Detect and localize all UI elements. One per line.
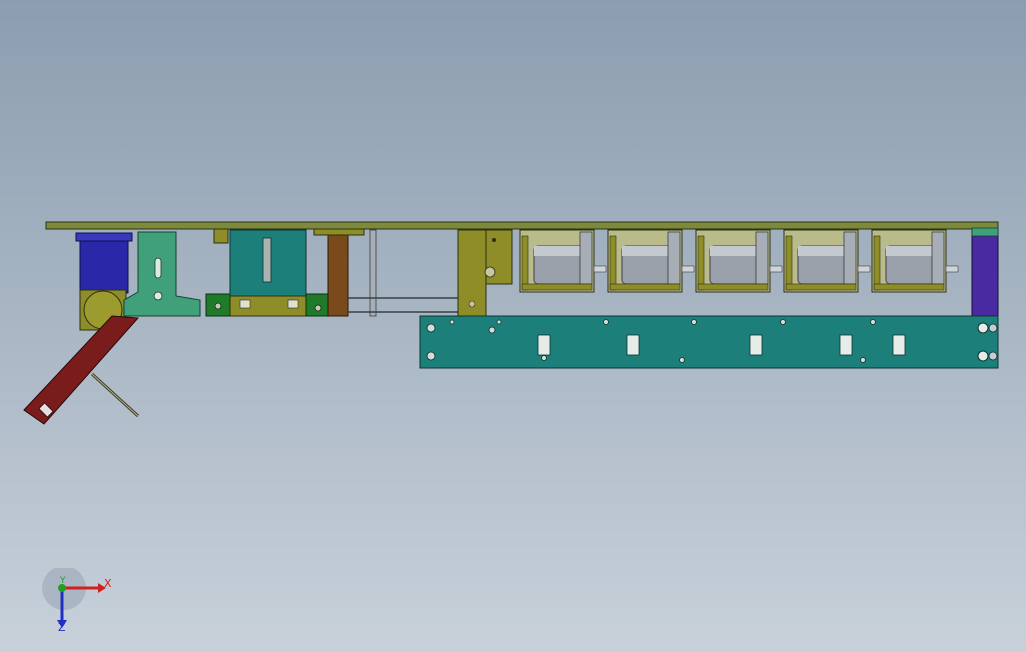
solenoid-coil-highlight [710, 246, 760, 256]
panel-slot [892, 334, 906, 356]
panel-hole [603, 319, 609, 325]
solenoid-coil-highlight [798, 246, 848, 256]
panel-slot [839, 334, 853, 356]
panel-bearing [977, 322, 989, 334]
right-endcap-top [971, 227, 999, 237]
solenoid-coil-highlight [534, 246, 584, 256]
bracket-slot [154, 257, 162, 279]
panel-bearing-outer [988, 323, 998, 333]
brown-post-cap [313, 228, 365, 236]
solenoid-plunger [593, 265, 607, 273]
solenoid-base [521, 283, 593, 291]
panel-hole [679, 357, 685, 363]
right-endcap [971, 229, 999, 317]
panel-slot [537, 334, 551, 356]
top-rail [45, 221, 999, 230]
solenoid-base [697, 283, 769, 291]
solenoid-bracket [755, 231, 769, 285]
brown-post [327, 231, 349, 317]
solenoid-side-plate [873, 235, 881, 291]
solenoid-module [695, 229, 783, 293]
solenoid-bracket [931, 231, 945, 285]
base-slot-1 [239, 299, 251, 309]
solenoid-plunger [769, 265, 783, 273]
solenoid-base [609, 283, 681, 291]
solenoid-side-plate [521, 235, 529, 291]
small-block-right-screw [314, 304, 322, 312]
orientation-triad: X Y Z [40, 566, 130, 638]
solenoid-bank [519, 229, 959, 293]
solenoid-coil-highlight [622, 246, 672, 256]
grey-upright [369, 229, 377, 317]
panel-bearing-outer [988, 351, 998, 361]
solenoid-side-plate [697, 235, 705, 291]
teal-shaft [262, 237, 272, 283]
motor-flange [75, 232, 133, 242]
solenoid-coil-highlight [886, 246, 936, 256]
solenoid-plunger [945, 265, 959, 273]
panel-hole [496, 319, 502, 325]
triad-graphic [42, 566, 106, 628]
solenoid-module [783, 229, 871, 293]
panel-bearing [977, 350, 989, 362]
assembly-model[interactable] [0, 0, 1026, 652]
solenoid-plunger [857, 265, 871, 273]
solenoid-side-plate [609, 235, 617, 291]
base-slot-2 [287, 299, 299, 309]
olive-screw-2 [468, 300, 476, 308]
front-panel [419, 315, 999, 369]
motor-housing [79, 234, 129, 294]
panel-hole [780, 319, 786, 325]
panel-hole [426, 323, 436, 333]
solenoid-side-plate [785, 235, 793, 291]
arm-rod-highlight [91, 373, 139, 417]
panel-hole [426, 351, 436, 361]
panel-hole [488, 326, 496, 334]
panel-hole [870, 319, 876, 325]
solenoid-module [871, 229, 959, 293]
solenoid-module [607, 229, 695, 293]
solenoid-plunger [681, 265, 695, 273]
solenoid-base [873, 283, 945, 291]
solenoid-base [785, 283, 857, 291]
solenoid-bracket [843, 231, 857, 285]
axis-label-y: Y [60, 576, 66, 586]
solenoid-module [519, 229, 607, 293]
panel-slot [749, 334, 763, 356]
cad-viewport[interactable]: X Y Z [0, 0, 1026, 652]
panel-hole [691, 319, 697, 325]
panel-hole [449, 319, 455, 325]
small-block-left-screw [214, 302, 222, 310]
olive-gear [484, 266, 496, 278]
solenoid-bracket [579, 231, 593, 285]
bracket-hole [153, 291, 163, 301]
axis-label-z: Z [58, 621, 66, 634]
panel-hole [860, 357, 866, 363]
olive-screw-1 [492, 238, 496, 242]
teal-housing-cap [213, 228, 229, 244]
panel-hole [541, 355, 547, 361]
panel-slot [626, 334, 640, 356]
solenoid-bracket [667, 231, 681, 285]
green-bracket [123, 231, 201, 317]
axis-label-x: X [104, 577, 112, 590]
